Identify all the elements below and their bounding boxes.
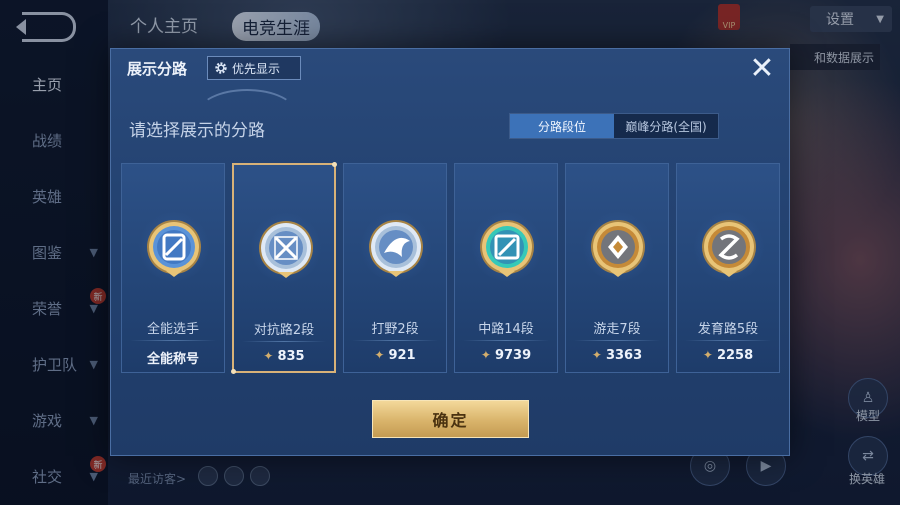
card-divider bbox=[352, 340, 438, 341]
card-divider bbox=[242, 341, 326, 342]
battle-points-icon: ✦ bbox=[591, 348, 602, 362]
lane-score-value: 全能称号 bbox=[146, 352, 199, 367]
lane-score: ✦ 835 bbox=[234, 349, 334, 364]
confirm-button[interactable]: 确定 bbox=[372, 400, 529, 438]
lane-score-value: 921 bbox=[388, 348, 416, 363]
lane-score: ✦ 921 bbox=[344, 348, 446, 363]
lane-role-label: 全能选手 bbox=[146, 322, 199, 337]
selection-corner bbox=[231, 369, 236, 374]
card-divider bbox=[463, 340, 549, 341]
battle-points-icon: ✦ bbox=[480, 348, 491, 362]
mid-badge-icon bbox=[480, 220, 534, 277]
segment-peak-lane[interactable]: 巅峰分路(全国) bbox=[614, 114, 718, 138]
roam-badge-icon bbox=[591, 220, 645, 277]
lane-score-value: 835 bbox=[277, 349, 305, 364]
lane-card[interactable]: 对抗路2段 ✦ 835 bbox=[231, 162, 337, 374]
battle-points-icon: ✦ bbox=[702, 348, 713, 362]
battle-points-icon: ✦ bbox=[263, 349, 274, 363]
lane-display-modal: 展示分路 优先显示 ✕ 请选择展示的分路 分路段位 巅峰分路(全国) 全能选手全… bbox=[110, 48, 790, 456]
lane-score-value: 9739 bbox=[494, 348, 532, 363]
lane-score: ✦ 2258 bbox=[677, 348, 779, 363]
priority-display-label: 优先显示 bbox=[232, 61, 281, 76]
selection-corner bbox=[332, 162, 337, 167]
jungle-badge-icon bbox=[369, 220, 423, 277]
card-divider bbox=[574, 340, 660, 341]
card-divider bbox=[685, 340, 771, 341]
lane-role-label: 打野2段 bbox=[371, 322, 419, 337]
lane-score-value: 3363 bbox=[605, 348, 643, 363]
allround-badge-icon bbox=[147, 220, 201, 277]
lane-card[interactable]: 游走7段 ✦ 3363 bbox=[565, 163, 669, 373]
lane-role-label: 对抗路2段 bbox=[253, 323, 315, 338]
lane-score-value: 2258 bbox=[716, 348, 754, 363]
close-icon[interactable]: ✕ bbox=[747, 54, 777, 85]
segment-control: 分路段位 巅峰分路(全国) bbox=[509, 113, 719, 139]
modal-title: 展示分路 bbox=[127, 60, 188, 78]
segment-lane-rank[interactable]: 分路段位 bbox=[510, 114, 614, 138]
lane-role-label: 发育路5段 bbox=[697, 322, 759, 337]
lane-card[interactable]: 打野2段 ✦ 921 bbox=[343, 163, 447, 373]
lane-score: ✦ 3363 bbox=[566, 348, 668, 363]
gear-icon bbox=[215, 62, 227, 74]
farm-badge-icon bbox=[702, 220, 756, 277]
lane-role-label: 游走7段 bbox=[593, 322, 641, 337]
priority-display-button[interactable]: 优先显示 bbox=[207, 56, 301, 80]
lane-card[interactable]: 全能选手 全能称号 bbox=[121, 163, 225, 373]
lane-role-label: 中路14段 bbox=[478, 322, 534, 337]
lane-card[interactable]: 中路14段 ✦ 9739 bbox=[454, 163, 558, 373]
modal-subtitle: 请选择展示的分路 bbox=[129, 121, 265, 141]
lane-score: 全能称号 bbox=[122, 348, 224, 367]
battle-points-icon: ✦ bbox=[374, 348, 385, 362]
lane-score: ✦ 9739 bbox=[455, 348, 557, 363]
card-divider bbox=[130, 340, 216, 341]
lane-card[interactable]: 发育路5段 ✦ 2258 bbox=[676, 163, 780, 373]
clash-badge-icon bbox=[259, 221, 313, 278]
